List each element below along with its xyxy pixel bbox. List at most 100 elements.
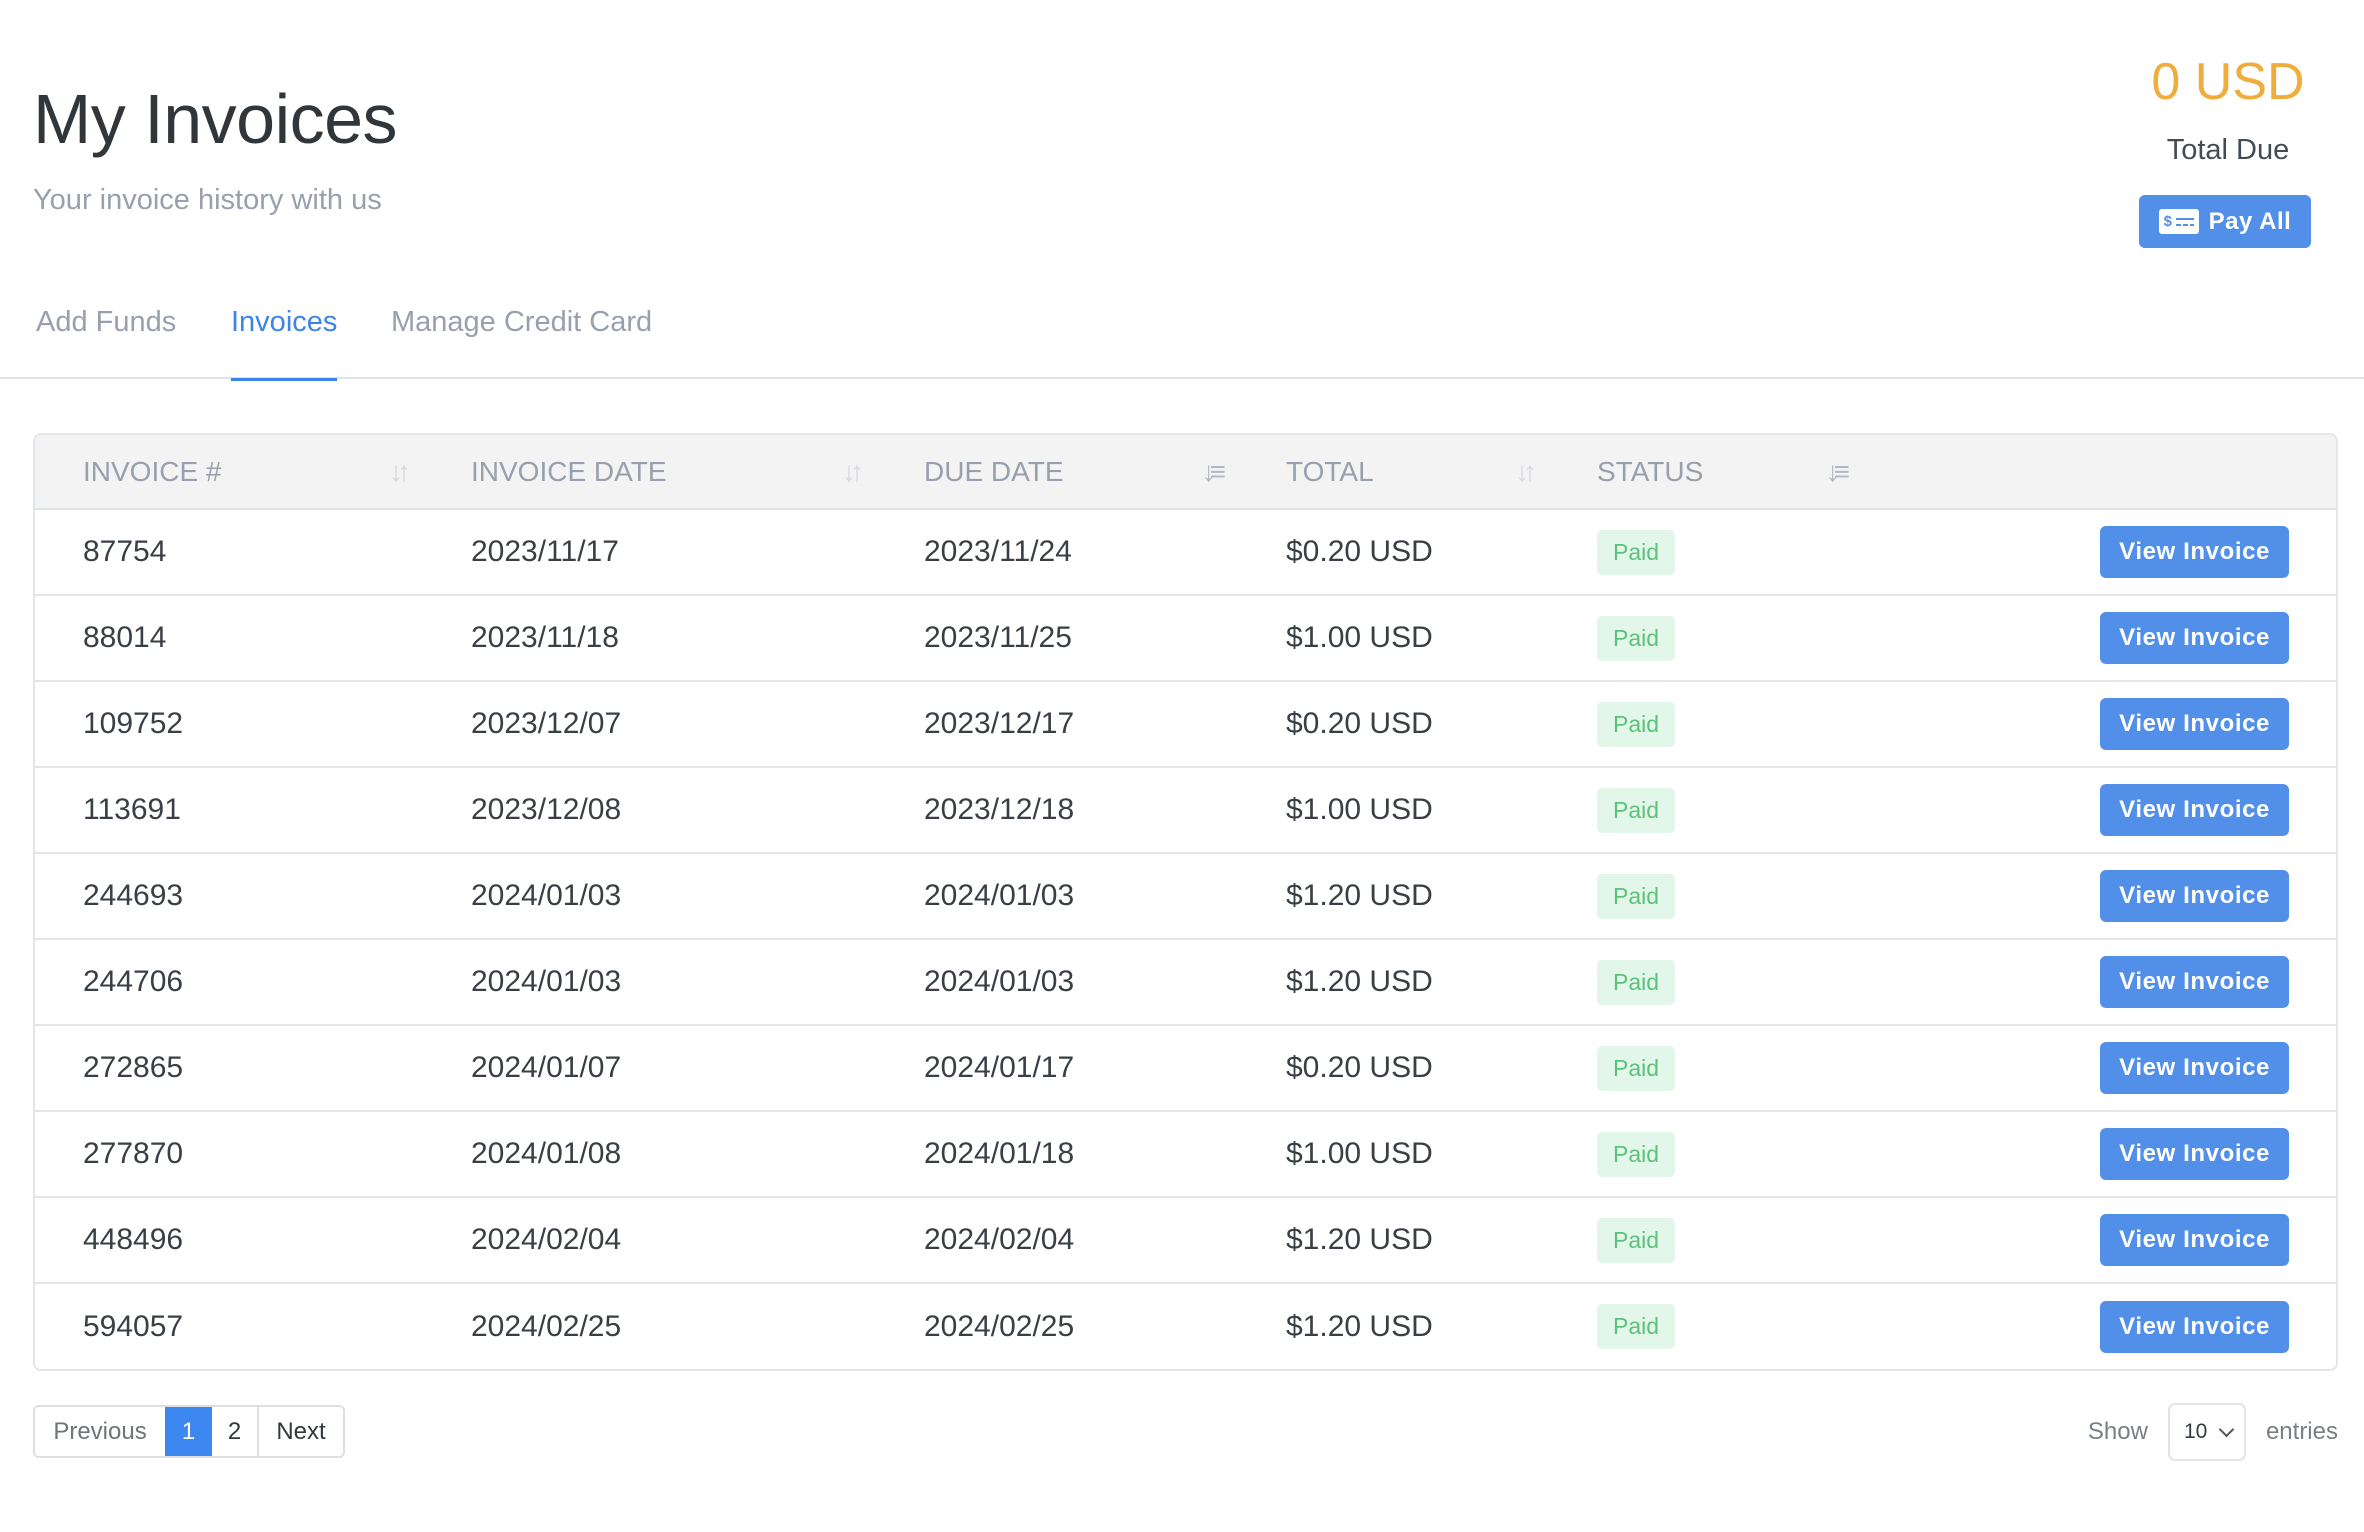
column-header-total[interactable]: TOTAL ↓↑ [1238,435,1549,509]
invoice-number-cell: 113691 [83,793,181,826]
status-cell: Paid [1549,853,1862,939]
entries-label: entries [2265,1418,2338,1445]
invoice-number-cell: 448496 [83,1223,184,1256]
page-size-value: 10 [2183,1420,2208,1443]
sort-descending-icon: ↓≡ [1825,455,1850,487]
view-invoice-button[interactable]: View Invoice [2100,784,2289,836]
total-cell: $0.20 USD [1286,535,1433,568]
sort-both-icon: ↓↑ [842,455,864,487]
table-row: 113691 2023/12/08 2023/12/18 $1.00 USD Paid V… [35,767,2336,853]
tab-invoices[interactable]: Invoices [231,298,338,381]
invoice-number-cell: 88014 [83,621,167,654]
due-date-cell: 2023/11/25 [924,621,1072,654]
invoice-number-cell: 594057 [83,1309,184,1343]
due-date-cell: 2024/01/18 [924,1137,1075,1170]
total-cell: $0.20 USD [1286,707,1433,740]
due-date-cell: 2024/01/17 [924,1051,1075,1084]
due-date-cell: 2023/12/17 [924,707,1075,740]
invoice-number-cell: 272865 [83,1051,184,1084]
invoice-number-cell: 109752 [83,707,184,740]
status-cell: Paid [1549,1025,1862,1111]
status-badge: Paid [1597,873,1676,919]
table-row: 244706 2024/01/03 2024/01/03 $1.20 USD Paid V… [35,939,2336,1025]
table-row: 277870 2024/01/08 2024/01/18 $1.00 USD Paid V… [35,1111,2336,1197]
table-row: 448496 2024/02/04 2024/02/04 $1.20 USD Paid V… [35,1197,2336,1283]
action-cell: View Invoice [1862,1197,2336,1283]
payment-card-icon: $ [2158,209,2199,234]
invoice-number-cell: 244706 [83,965,184,998]
invoice-date-cell: 2024/01/03 [471,879,622,912]
total-cell: $1.20 USD [1286,1309,1433,1343]
action-cell: View Invoice [1862,939,2336,1025]
next-page-button[interactable]: Next [259,1407,343,1456]
total-cell: $1.20 USD [1286,965,1433,998]
column-label: STATUS [1597,455,1704,487]
view-invoice-button[interactable]: View Invoice [2100,956,2289,1008]
column-header-due-date[interactable]: DUE DATE ↓≡ [876,435,1238,509]
status-badge: Paid [1597,1217,1676,1263]
action-cell: View Invoice [1862,681,2336,767]
pay-all-button[interactable]: $ Pay All [2138,195,2312,248]
action-cell: View Invoice [1862,595,2336,681]
chevron-down-icon [2218,1421,2235,1437]
status-cell: Paid [1549,939,1862,1025]
due-date-cell: 2024/02/25 [924,1309,1075,1343]
action-cell: View Invoice [1862,767,2336,853]
sort-both-icon: ↓↑ [1515,455,1537,487]
page-2-button[interactable]: 2 [212,1407,259,1456]
action-cell: View Invoice [1862,1111,2336,1197]
status-badge: Paid [1597,1304,1676,1349]
view-invoice-button[interactable]: View Invoice [2100,612,2289,664]
page-title: My Invoices [33,80,398,158]
sort-ascending-icon: ↓≡ [1201,455,1226,487]
column-header-invoice-date[interactable]: INVOICE DATE ↓↑ [423,435,876,509]
page-size-select[interactable]: 10 [2167,1403,2246,1461]
view-invoice-button[interactable]: View Invoice [2100,526,2289,578]
page-1-button[interactable]: 1 [165,1407,212,1456]
table-row: 109752 2023/12/07 2023/12/17 $0.20 USD Paid V… [35,681,2336,767]
invoice-date-cell: 2023/11/17 [471,535,619,568]
due-date-cell: 2023/11/24 [924,535,1072,568]
column-header-actions [1862,435,2336,509]
status-cell: Paid [1549,1283,1862,1369]
view-invoice-button[interactable]: View Invoice [2100,1300,2289,1353]
pagination: Previous 1 2 Next [33,1405,345,1458]
column-header-status[interactable]: STATUS ↓≡ [1549,435,1862,509]
total-cell: $1.00 USD [1286,621,1433,654]
invoice-date-cell: 2023/11/18 [471,621,619,654]
action-cell: View Invoice [1862,853,2336,939]
status-cell: Paid [1549,1197,1862,1283]
total-due-amount: 0 USD [2151,53,2305,111]
status-badge: Paid [1597,1131,1676,1177]
column-label: INVOICE # [83,455,222,487]
show-label: Show [2087,1418,2148,1445]
tab-manage-credit-card[interactable]: Manage Credit Card [391,298,652,379]
status-badge: Paid [1597,701,1676,747]
status-cell: Paid [1549,681,1862,767]
total-cell: $0.20 USD [1286,1051,1433,1084]
view-invoice-button[interactable]: View Invoice [2100,1128,2289,1180]
invoice-date-cell: 2024/01/03 [471,965,622,998]
due-date-cell: 2024/01/03 [924,965,1075,998]
invoice-date-cell: 2024/02/04 [471,1223,622,1256]
status-cell: Paid [1549,595,1862,681]
tab-add-funds[interactable]: Add Funds [36,298,176,379]
action-cell: View Invoice [1862,1025,2336,1111]
view-invoice-button[interactable]: View Invoice [2100,698,2289,750]
view-invoice-button[interactable]: View Invoice [2100,870,2289,922]
status-badge: Paid [1597,529,1676,575]
action-cell: View Invoice [1862,1283,2336,1369]
invoice-date-cell: 2024/01/07 [471,1051,622,1084]
due-date-cell: 2024/01/03 [924,879,1075,912]
status-cell: Paid [1549,767,1862,853]
status-cell: Paid [1549,509,1862,595]
total-cell: $1.20 USD [1286,1223,1433,1256]
view-invoice-button[interactable]: View Invoice [2100,1042,2289,1094]
status-badge: Paid [1597,959,1676,1005]
view-invoice-button[interactable]: View Invoice [2100,1214,2289,1266]
invoice-number-cell: 277870 [83,1137,184,1170]
column-header-invoice-number[interactable]: INVOICE # ↓↑ [35,435,423,509]
due-date-cell: 2023/12/18 [924,793,1075,826]
invoice-number-cell: 244693 [83,879,184,912]
previous-page-button[interactable]: Previous [35,1407,165,1456]
